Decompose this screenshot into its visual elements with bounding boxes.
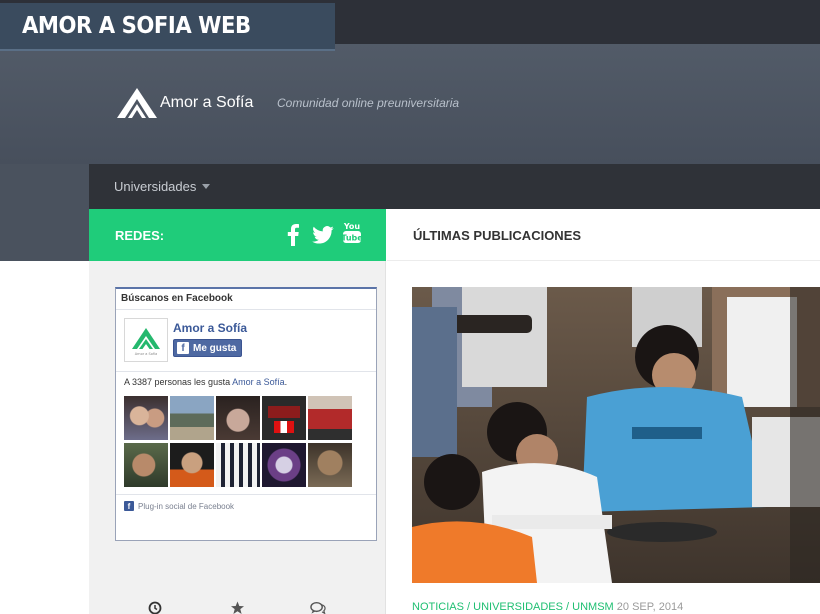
overlay-title-banner: AMOR A SOFIA WEB [0,3,335,51]
fan-avatar[interactable] [216,396,260,440]
chevron-down-icon [202,184,211,189]
post-date: 20 SEP, 2014 [616,601,684,613]
plugin-label: Plug-in social de Facebook [138,501,235,511]
star-icon[interactable] [229,601,245,614]
students-exam-photo [412,287,820,583]
nav-item-label: Universidades [114,179,197,194]
category-separator: / [463,601,474,613]
latest-posts-header: ÚLTIMAS PUBLICACIONES [387,209,820,261]
fans-count-text: A 3387 personas les gusta [124,377,231,387]
logo-triangle-icon: Amor a Sofía [132,328,160,356]
fan-avatar[interactable] [262,396,306,440]
fan-avatar[interactable] [170,396,214,440]
twitter-icon[interactable] [311,223,335,247]
facebook-widget-title: Búscanos en Facebook [121,293,233,304]
facebook-icon: f [124,501,134,511]
main-nav: Universidades [89,164,820,209]
sidebar: Búscanos en Facebook Amor a Sofía Amor a… [89,261,386,614]
fan-avatar[interactable] [262,443,306,487]
facebook-icon: f [177,342,189,354]
facebook-fan-faces [124,396,356,487]
facebook-plugin-footer[interactable]: f Plug-in social de Facebook [124,501,234,511]
thumbnail-caption: Amor a Sofía [135,352,157,356]
facebook-icon[interactable] [285,223,301,247]
svg-text:Tube: Tube [342,234,362,243]
fan-avatar[interactable] [124,443,168,487]
header-extension [0,164,89,261]
comments-icon[interactable] [310,601,326,614]
facebook-page-link[interactable]: Amor a Sofía [232,377,285,387]
sidebar-tabs [89,597,386,614]
post-category-link[interactable]: UNMSM [572,601,614,613]
post-meta: NOTICIAS / UNIVERSIDADES / UNMSM 20 SEP,… [412,601,683,613]
latest-posts-title: ÚLTIMAS PUBLICACIONES [413,228,582,243]
featured-post-image[interactable] [412,287,820,583]
fan-avatar[interactable] [308,443,352,487]
facebook-like-button[interactable]: f Me gusta [173,339,243,357]
brand-name: Amor a Sofía [160,94,254,111]
youtube-icon[interactable]: You Tube [341,221,363,245]
redes-bar: REDES: You Tube [89,209,386,261]
facebook-fans-count: A 3387 personas les gusta Amor a Sofía. [124,377,287,387]
divider [116,371,376,372]
clock-icon[interactable] [147,601,163,614]
svg-text:You: You [343,222,361,231]
fans-count-punctuation: . [284,377,288,387]
divider [116,309,376,310]
post-category-link[interactable]: NOTICIAS [412,601,464,613]
site-logo[interactable]: Amor a Sofía [116,87,253,119]
fan-avatar[interactable] [124,396,168,440]
overlay-title: AMOR A SOFIA WEB [22,13,251,39]
category-separator: / [562,601,573,613]
divider [116,494,376,495]
nav-item-universidades[interactable]: Universidades [114,179,211,194]
facebook-page-thumbnail[interactable]: Amor a Sofía [124,318,168,362]
fan-avatar[interactable] [170,443,214,487]
brand-tagline: Comunidad online preuniversitaria [277,96,460,110]
fan-avatar[interactable] [216,443,260,487]
fan-avatar[interactable] [308,396,352,440]
post-category-link[interactable]: UNIVERSIDADES [473,601,563,613]
logo-triangle-icon [117,88,157,118]
like-button-label: Me gusta [193,342,237,354]
facebook-page-widget: Búscanos en Facebook Amor a Sofía Amor a… [115,287,377,541]
facebook-page-name[interactable]: Amor a Sofía [173,321,247,335]
redes-label: REDES: [115,228,165,243]
